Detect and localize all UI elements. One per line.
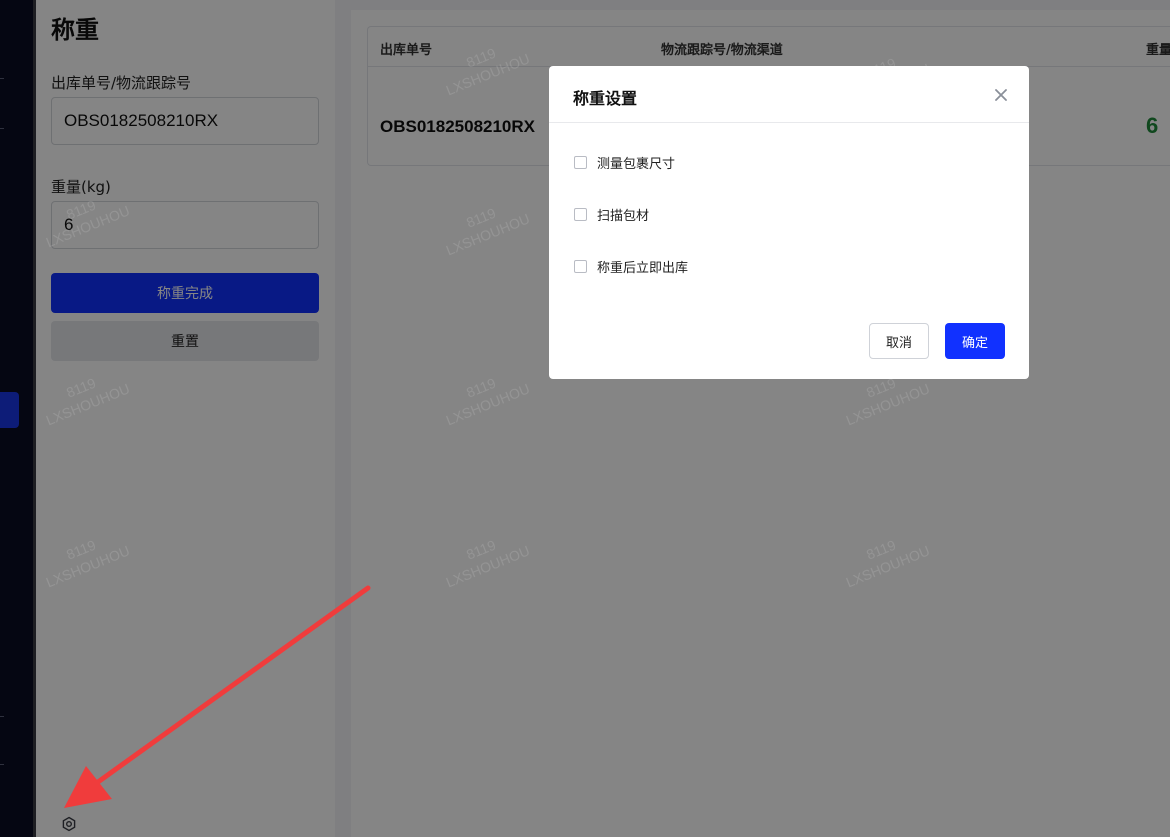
option-scan-packaging[interactable]: 扫描包材 bbox=[574, 205, 649, 224]
modal-close-button[interactable] bbox=[991, 85, 1011, 105]
option-ship-after-weighing[interactable]: 称重后立即出库 bbox=[574, 257, 688, 276]
option-label: 称重后立即出库 bbox=[597, 261, 689, 276]
modal-title: 称重设置 bbox=[573, 89, 638, 108]
option-measure-dimensions[interactable]: 测量包裹尺寸 bbox=[574, 153, 675, 172]
measure-dimensions-checkbox[interactable] bbox=[574, 156, 587, 169]
scan-packaging-checkbox[interactable] bbox=[574, 208, 587, 221]
modal-header: 称重设置 bbox=[549, 66, 1029, 123]
close-icon bbox=[995, 89, 1007, 101]
cancel-button[interactable]: 取消 bbox=[869, 323, 929, 359]
ship-after-weighing-checkbox[interactable] bbox=[574, 260, 587, 273]
option-label: 测量包裹尺寸 bbox=[597, 157, 676, 172]
option-label: 扫描包材 bbox=[597, 209, 650, 224]
confirm-button[interactable]: 确定 bbox=[945, 323, 1005, 359]
weighing-settings-modal: 称重设置 测量包裹尺寸 扫描包材 称重后立即出库 取消 确定 bbox=[549, 66, 1029, 379]
